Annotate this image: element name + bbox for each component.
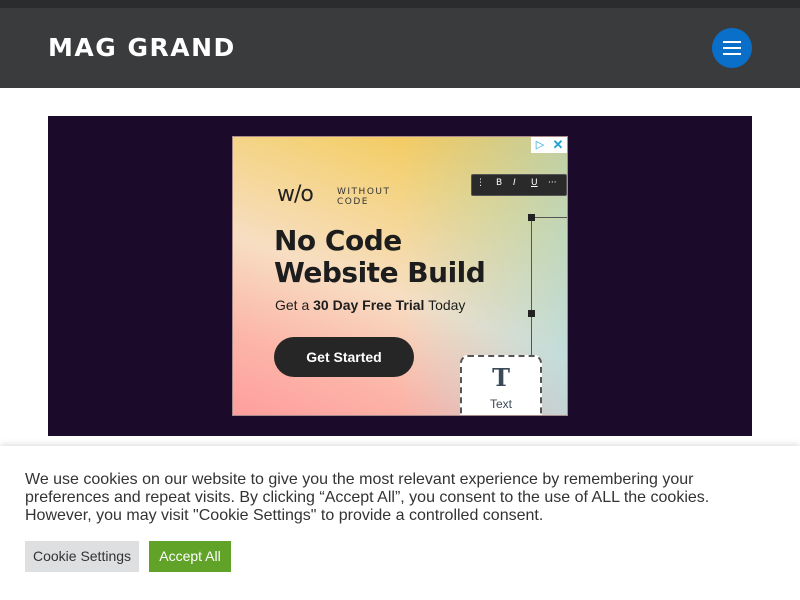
cookie-message: We use cookies on our website to give yo…	[25, 471, 710, 524]
ad-subtext-bold: 30 Day Free Trial	[313, 297, 425, 313]
menu-button[interactable]	[712, 28, 752, 68]
accept-all-button[interactable]: Accept All	[149, 541, 231, 572]
site-title[interactable]: MAG GRAND	[48, 32, 236, 64]
cookie-consent-bar: We use cookies on our website to give yo…	[0, 446, 800, 600]
cookie-settings-button[interactable]: Cookie Settings	[25, 541, 139, 572]
drag-icon: ⋮	[476, 178, 485, 188]
get-started-button[interactable]: Get Started	[274, 337, 414, 377]
top-strip	[0, 0, 800, 8]
hamburger-icon	[723, 41, 741, 43]
ad-subtext-prefix: Get a	[275, 297, 314, 313]
ad-headline: No Code Website Build	[274, 224, 486, 289]
editor-toolbar: ⋮ B I U ···	[471, 174, 567, 196]
ad-banner[interactable]: ▷ ✕ w/o WITHOUT CODE No Code Website Bui…	[232, 136, 568, 416]
ad-subtext: Get a 30 Day Free Trial Today	[275, 297, 465, 313]
brand-name: WITHOUT CODE	[337, 187, 391, 207]
resize-handle	[528, 310, 535, 317]
text-widget-label: Text	[489, 397, 512, 411]
ad-container: ▷ ✕ w/o WITHOUT CODE No Code Website Bui…	[48, 116, 752, 436]
text-widget: T Text	[460, 355, 542, 415]
text-icon: T	[492, 363, 510, 392]
more-icon: ···	[548, 178, 557, 188]
ad-choices-icon[interactable]: ▷	[531, 137, 549, 153]
underline-icon: U	[531, 178, 538, 188]
hamburger-icon-line	[723, 53, 741, 55]
italic-icon: I	[513, 178, 516, 188]
close-icon[interactable]: ✕	[549, 137, 567, 153]
bold-icon: B	[496, 178, 503, 188]
site-header: MAG GRAND	[0, 8, 800, 88]
hamburger-icon-line	[723, 47, 741, 49]
frame-line-top	[531, 217, 567, 218]
resize-handle	[528, 214, 535, 221]
brand-logo: w/o	[277, 182, 314, 207]
ad-subtext-suffix: Today	[424, 297, 466, 313]
